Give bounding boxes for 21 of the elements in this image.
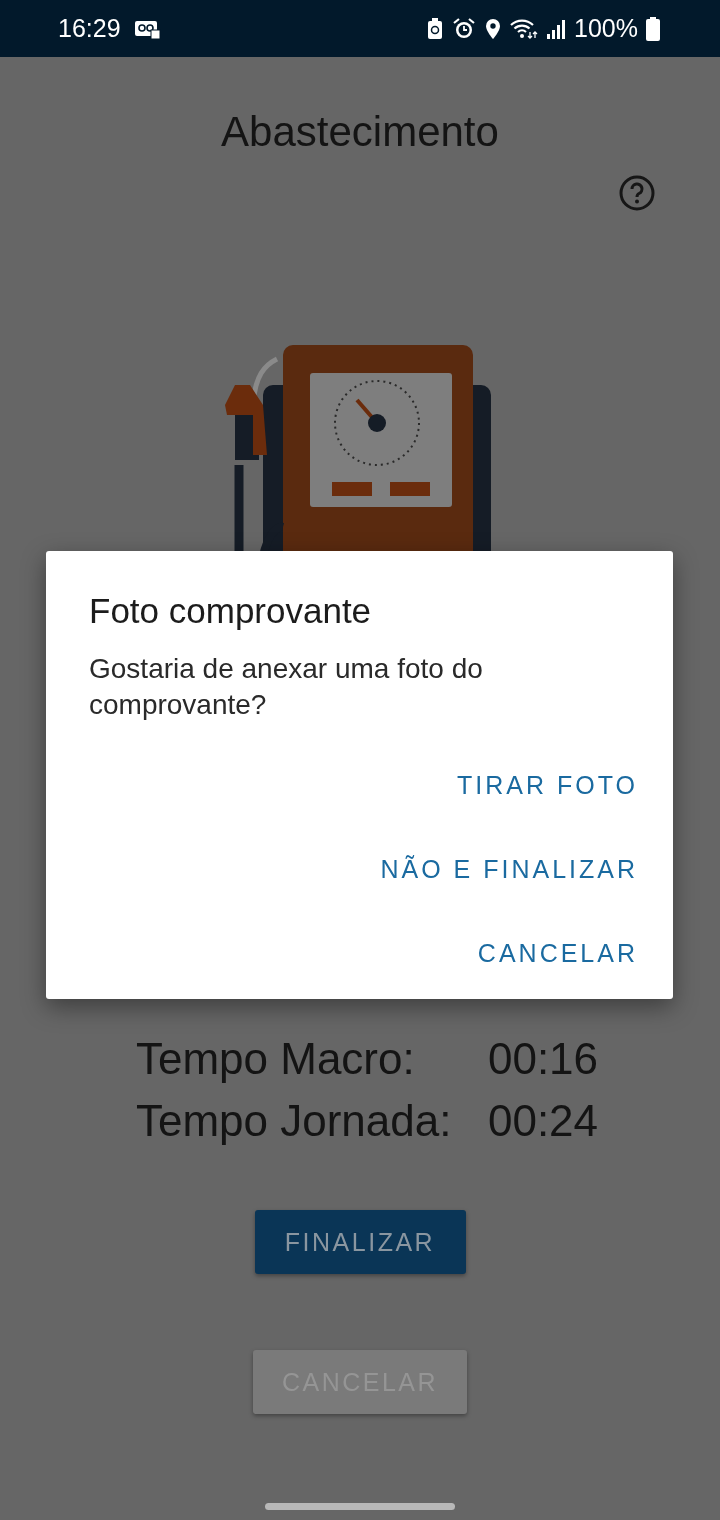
dialog-action-button[interactable]: TIRAR FOTO (457, 743, 638, 827)
dialog-action-button[interactable]: NÃO E FINALIZAR (380, 827, 638, 911)
dialog-title: Foto comprovante (89, 590, 373, 632)
battery-percentage: 100% (574, 14, 638, 43)
voicemail-icon (134, 18, 161, 39)
screen-title: Abastecimento (221, 107, 499, 157)
finish-button[interactable]: FINALIZAR (254, 1210, 466, 1274)
stat-value: 00:16 (487, 1033, 599, 1085)
help-icon[interactable] (618, 174, 656, 212)
dialog-message: Gostaria de anexar uma foto do comprovante? (89, 652, 484, 722)
stat-value: 00:24 (487, 1095, 599, 1147)
dialog-action-button[interactable]: CANCELAR (477, 911, 638, 995)
battery-saver-icon (426, 17, 445, 40)
alarm-icon (452, 16, 477, 41)
stat-label: Tempo Macro: (135, 1033, 416, 1085)
battery-icon (646, 16, 660, 41)
location-icon (484, 17, 503, 40)
signal-icon (546, 17, 567, 40)
clock: 16:29 (58, 14, 121, 43)
wifi-icon (510, 17, 539, 40)
stat-label: Tempo Jornada: (135, 1095, 453, 1147)
